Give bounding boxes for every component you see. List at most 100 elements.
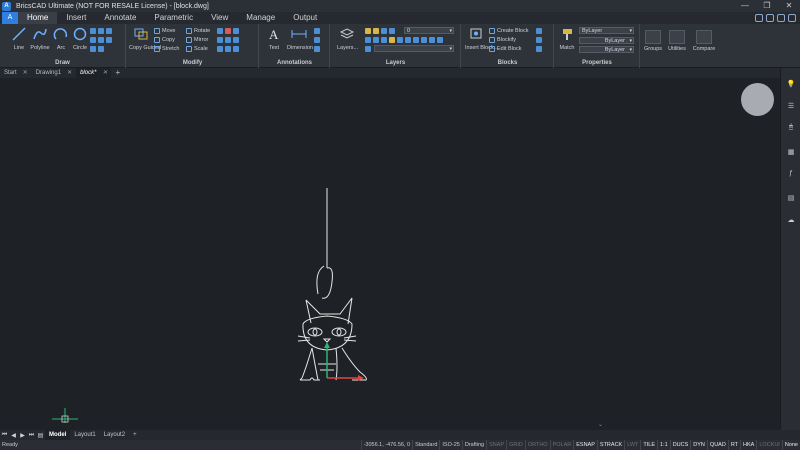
draw-extra-tools-3[interactable]	[90, 46, 104, 52]
layer-state-icons[interactable]	[365, 28, 395, 34]
last-layout-icon[interactable]: ⏭	[27, 432, 36, 439]
window-tile-icon[interactable]	[777, 14, 785, 22]
copy-guided-tool[interactable]: Copy Guided	[129, 27, 161, 51]
lightbulb-icon[interactable]: 💡	[785, 80, 797, 90]
annotation-scale-none[interactable]: None	[781, 440, 800, 450]
text-style[interactable]: Standard	[412, 440, 439, 450]
workspace-icon[interactable]	[766, 14, 774, 22]
blocks-extra-3[interactable]	[536, 46, 542, 52]
mirror-button[interactable]: Mirror	[186, 37, 208, 43]
tab-insert[interactable]: Insert	[57, 12, 95, 24]
function-icon[interactable]: ƒ	[785, 170, 797, 180]
toggle-hka[interactable]: HKA	[740, 440, 756, 450]
drawing-canvas[interactable]: ⌄	[0, 78, 780, 430]
move-button[interactable]: Move	[154, 28, 175, 34]
tab-home[interactable]: Home	[18, 12, 58, 24]
tab-output[interactable]: Output	[284, 12, 326, 24]
dim-style[interactable]: ISO-25	[439, 440, 461, 450]
toggle-ducs[interactable]: DUCS	[669, 440, 691, 450]
modify-extra-tools[interactable]	[217, 28, 239, 34]
toggle-lwt[interactable]: LWT	[624, 440, 640, 450]
grid-panel-icon[interactable]: ▦	[785, 148, 797, 158]
linetype-dropdown[interactable]: ByLayer ▾	[579, 37, 634, 44]
annot-extra-1[interactable]	[314, 28, 320, 34]
toggle-lockui[interactable]: LOCKUI	[756, 440, 781, 450]
first-layout-icon[interactable]: ⏮	[0, 432, 9, 439]
toggle-dyn[interactable]: DYN	[690, 440, 707, 450]
edit-block-button[interactable]: Edit Block	[489, 46, 521, 52]
insert-block-button[interactable]: Insert Block...	[465, 27, 498, 51]
line-tool[interactable]: Line	[9, 27, 29, 51]
tab-manage[interactable]: Manage	[237, 12, 284, 24]
modify-extra-tools-3[interactable]	[217, 46, 239, 52]
draw-extra-tools[interactable]	[90, 28, 112, 34]
utilities-button[interactable]: Utilities	[666, 30, 688, 52]
toggle-scale[interactable]: 1:1	[657, 440, 670, 450]
dimension-tool[interactable]: Dimension	[287, 27, 313, 51]
restore-button[interactable]: ❐	[756, 0, 778, 12]
layout-tab-layout1[interactable]: Layout1	[70, 430, 99, 440]
rotate-button[interactable]: Rotate	[186, 28, 210, 34]
color-dropdown[interactable]: ByLayer ▾	[579, 27, 634, 34]
doc-tab-start[interactable]: Start ✕	[0, 68, 32, 78]
next-layout-icon[interactable]: ▶	[18, 432, 27, 439]
layout-tab-model[interactable]: Model	[45, 430, 71, 440]
toggle-grid[interactable]: GRID	[506, 440, 525, 450]
polyline-tool[interactable]: Polyline	[30, 27, 50, 51]
minimize-button[interactable]: —	[734, 0, 756, 12]
compare-button[interactable]: Compare	[692, 30, 716, 52]
layer-tools-row-2[interactable]	[365, 37, 443, 43]
workspace[interactable]: Drafting	[461, 440, 486, 450]
close-icon[interactable]: ✕	[102, 68, 107, 78]
tab-parametric[interactable]: Parametric	[145, 12, 202, 24]
new-tab-plus-icon[interactable]: +	[111, 68, 124, 78]
doc-tab-drawing1[interactable]: Drawing1 ✕	[32, 68, 76, 78]
layer-dropdown[interactable]: 0 ▾	[404, 27, 454, 34]
arc-tool[interactable]: Arc	[51, 27, 71, 51]
add-layout-plus-icon[interactable]: +	[129, 430, 141, 440]
toggle-snap[interactable]: SNAP	[486, 440, 506, 450]
layout-icon[interactable]	[788, 14, 796, 22]
tab-annotate[interactable]: Annotate	[95, 12, 145, 24]
toggle-tile[interactable]: TILE	[640, 440, 657, 450]
layers-panel-icon[interactable]: ▤	[785, 194, 797, 204]
annot-extra-2[interactable]	[314, 37, 320, 43]
close-button[interactable]: ✕	[778, 0, 800, 12]
close-icon[interactable]: ✕	[23, 68, 28, 78]
mouse-icon[interactable]: 🖱	[785, 124, 797, 134]
layout-tab-layout2[interactable]: Layout2	[100, 430, 129, 440]
blocks-extra-1[interactable]	[536, 28, 542, 34]
properties-sliders-icon[interactable]: ☰	[785, 102, 797, 112]
doc-tab-block[interactable]: block* ✕	[76, 68, 112, 78]
lineweight-dropdown[interactable]: ByLayer ▾	[579, 46, 634, 53]
application-menu-button[interactable]: A	[2, 12, 18, 24]
layer-filter-dropdown[interactable]: ▾	[374, 45, 454, 52]
stretch-button[interactable]: Stretch	[154, 46, 179, 52]
groups-button[interactable]: Groups	[642, 30, 664, 52]
blocks-extra-2[interactable]	[536, 37, 542, 43]
toggle-polar[interactable]: POLAR	[549, 440, 574, 450]
scale-button[interactable]: Scale	[186, 46, 208, 52]
cloud-icon[interactable]: ☁	[785, 216, 797, 226]
scroll-chevron-icon[interactable]: ⌄	[598, 421, 603, 428]
toggle-esnap[interactable]: ESNAP	[573, 440, 597, 450]
toggle-rt[interactable]: RT	[727, 440, 740, 450]
copy-button[interactable]: Copy	[154, 37, 175, 43]
create-block-button[interactable]: Create Block	[489, 28, 529, 34]
layout-menu-icon[interactable]: ▤	[36, 432, 45, 439]
tab-view[interactable]: View	[202, 12, 237, 24]
circle-tool[interactable]: Circle	[70, 27, 90, 51]
layer-tools-row-3[interactable]	[365, 46, 371, 52]
view-navigation-sphere[interactable]	[741, 83, 774, 116]
layers-button[interactable]: Layers...	[337, 27, 358, 51]
cube-icon[interactable]	[755, 14, 763, 22]
match-button[interactable]: Match	[557, 27, 577, 51]
blockify-button[interactable]: Blockify	[489, 37, 516, 43]
annot-extra-3[interactable]	[314, 46, 320, 52]
previous-layout-icon[interactable]: ◀	[9, 432, 18, 439]
toggle-quad[interactable]: QUAD	[706, 440, 728, 450]
toggle-strack[interactable]: STRACK	[596, 440, 624, 450]
close-icon[interactable]: ✕	[67, 68, 72, 78]
text-tool[interactable]: A Text	[264, 27, 284, 51]
modify-extra-tools-2[interactable]	[217, 37, 239, 43]
